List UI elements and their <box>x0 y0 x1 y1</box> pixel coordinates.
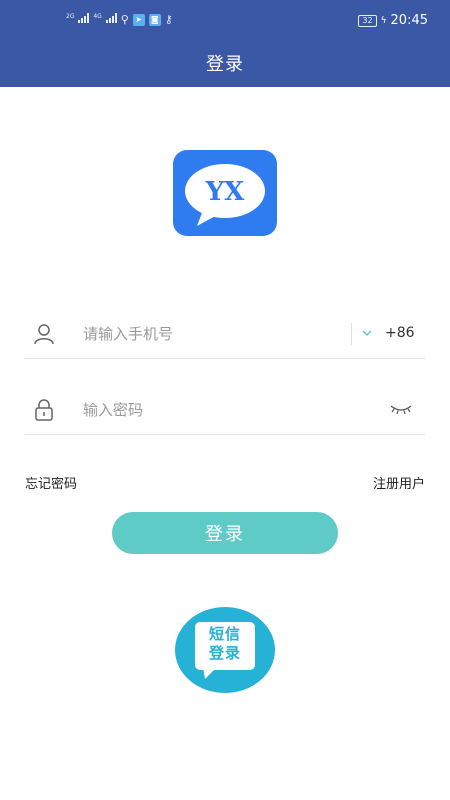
status-icons-left: 2G 4G ⚲ ➤ ◙ ⚷ <box>66 13 173 26</box>
app-notification-icon: ➤ <box>132 13 145 26</box>
register-link[interactable]: 注册用户 <box>373 473 425 492</box>
forgot-password-link[interactable]: 忘记密码 <box>25 473 77 492</box>
phone-input[interactable] <box>83 321 333 347</box>
sms-login-button[interactable]: 短信 登录 <box>175 607 275 693</box>
network-type-label: 2G <box>66 13 75 20</box>
status-icons-right: 32 ϟ 20:45 <box>358 13 428 28</box>
login-button[interactable]: 登录 <box>112 512 338 554</box>
page-title: 登录 <box>206 54 244 75</box>
signal-icon <box>78 13 90 23</box>
bubble-tail-icon <box>203 667 217 679</box>
sms-login-line2: 登录 <box>208 644 241 662</box>
app-header: 2G 4G ⚲ ➤ ◙ ⚷ 32 ϟ 20:45 登录 <box>0 0 450 87</box>
password-field <box>25 385 425 435</box>
chat-bubble-logo-icon: YX <box>185 164 265 226</box>
app-logo: YX <box>173 150 277 236</box>
signal-icon <box>105 13 117 23</box>
key-icon: ⚷ <box>164 13 173 26</box>
usb-icon: ⚲ <box>120 13 129 26</box>
phone-field: +86 <box>25 309 425 359</box>
field-divider <box>351 323 352 345</box>
battery-icon: 32 <box>358 14 377 27</box>
status-bar: 2G 4G ⚲ ➤ ◙ ⚷ 32 ϟ 20:45 <box>0 0 450 40</box>
photo-notification-icon: ◙ <box>148 13 161 26</box>
status-time: 20:45 <box>390 13 428 28</box>
signal-2g: 2G <box>66 13 90 26</box>
charging-icon: ϟ <box>380 15 387 26</box>
network-type-label: 4G <box>93 13 102 20</box>
sms-login-line1: 短信 <box>208 625 241 643</box>
eye-closed-icon[interactable] <box>389 401 413 417</box>
country-code-selector[interactable]: +86 <box>385 325 415 341</box>
lock-icon <box>35 399 53 421</box>
password-input[interactable] <box>83 397 333 423</box>
sms-login-label: 短信 登录 <box>195 625 255 663</box>
chevron-down-icon[interactable] <box>361 327 373 339</box>
user-icon <box>34 324 54 345</box>
signal-4g: 4G <box>93 13 117 26</box>
logo-text: YX <box>205 177 246 207</box>
